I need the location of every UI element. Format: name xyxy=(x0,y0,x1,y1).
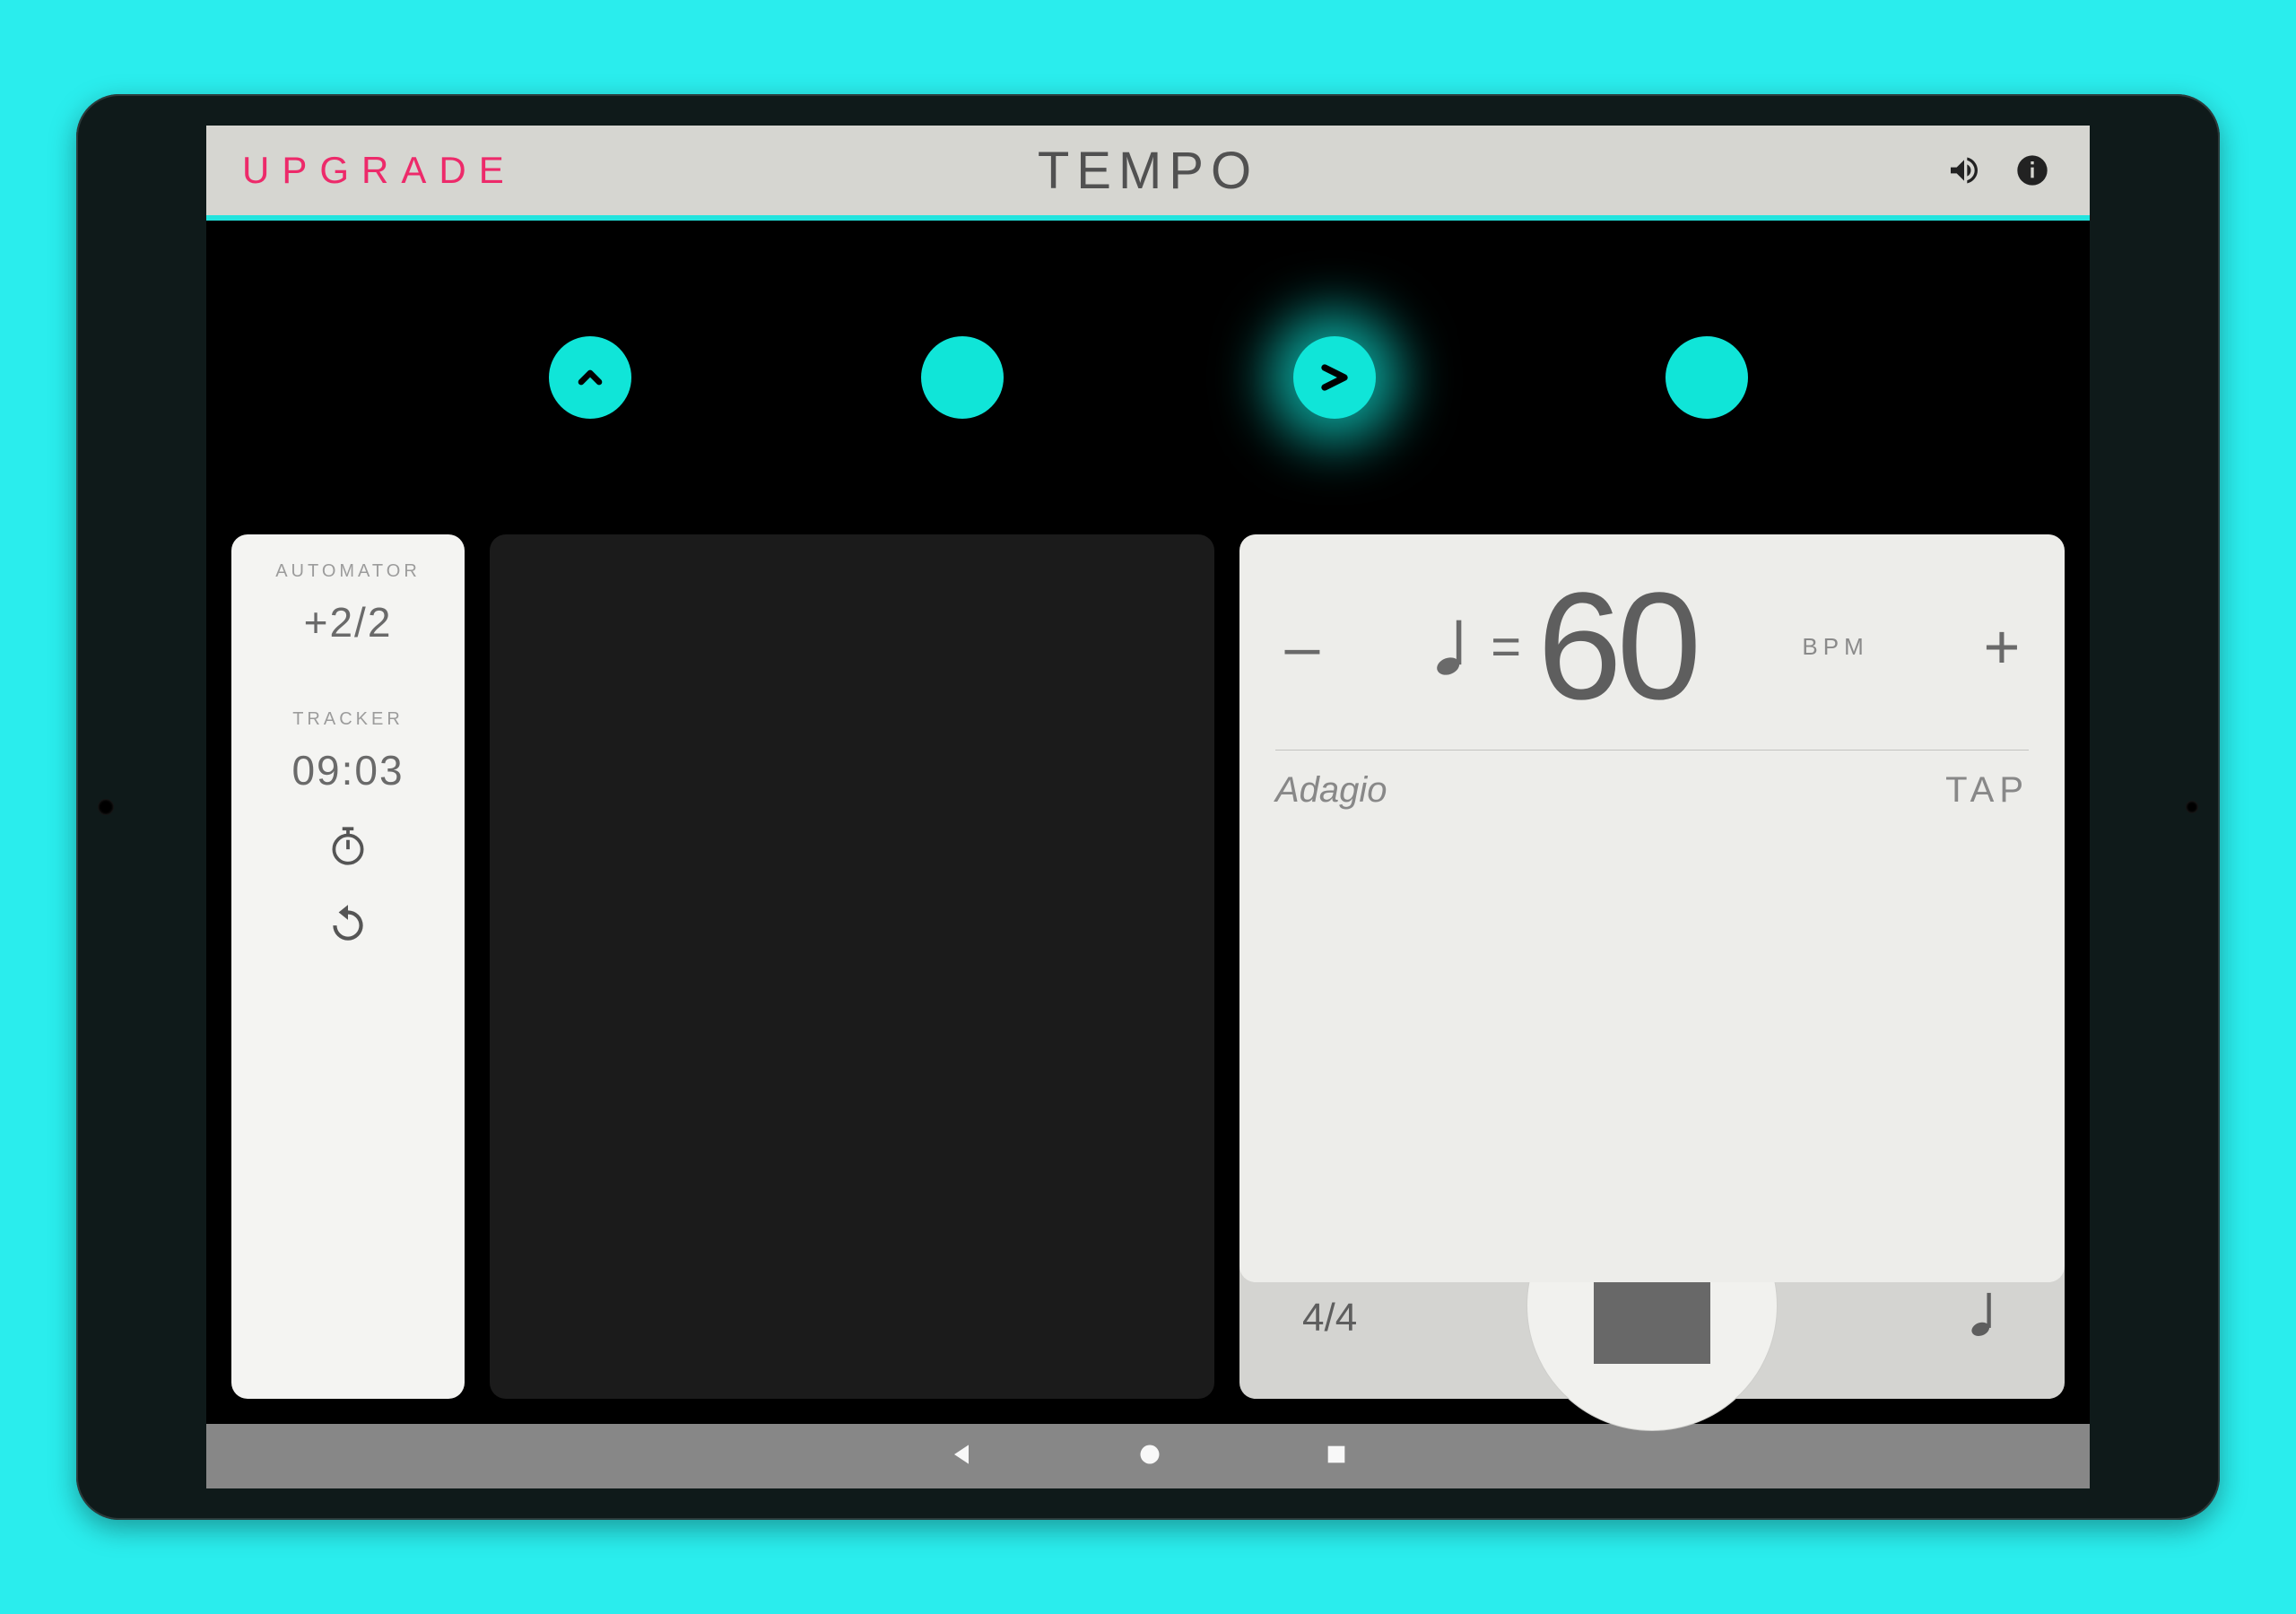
tracker-label: TRACKER xyxy=(292,709,404,730)
app-screen: UPGRADE TEMPO xyxy=(206,126,2090,1488)
app-title: TEMPO xyxy=(1038,141,1258,201)
divider xyxy=(1275,750,2029,751)
beat-2[interactable] xyxy=(921,336,1004,419)
tempo-name-row: Adagio TAP xyxy=(1275,770,2029,811)
quarter-note-icon xyxy=(1970,1290,2002,1337)
bpm-plus-button[interactable]: + xyxy=(1975,611,2029,682)
android-nav-bar xyxy=(206,1424,2090,1488)
tempo-name: Adagio xyxy=(1275,770,1387,811)
chevron-up-icon xyxy=(572,360,608,395)
tap-button[interactable]: TAP xyxy=(1945,770,2029,811)
main-area: AUTOMATOR +2/2 TRACKER 09:03 xyxy=(206,534,2090,1399)
accent-arrow-icon xyxy=(1315,358,1354,397)
quarter-note-icon xyxy=(1435,617,1474,676)
automator-value[interactable]: +2/2 xyxy=(304,598,393,646)
visualizer-panel xyxy=(490,534,1214,1399)
equals-sign: = xyxy=(1491,617,1521,677)
app-header: UPGRADE TEMPO xyxy=(206,126,2090,215)
controls-panel: – = 60 BPM + Adagio TAP xyxy=(1239,534,2065,1399)
tablet-frame: UPGRADE TEMPO xyxy=(76,94,2220,1520)
bpm-row: – = 60 BPM + xyxy=(1275,570,2029,723)
info-icon[interactable] xyxy=(2011,149,2054,192)
tracker-value: 09:03 xyxy=(291,746,404,794)
reset-icon[interactable] xyxy=(326,901,370,950)
nav-recent-icon[interactable] xyxy=(1324,1442,1349,1471)
beat-4[interactable] xyxy=(1665,336,1748,419)
bpm-value: 60 xyxy=(1537,570,1696,723)
beat-3-active[interactable] xyxy=(1293,336,1376,419)
header-icon-group xyxy=(1943,149,2054,192)
bpm-card: – = 60 BPM + Adagio TAP xyxy=(1239,534,2065,1282)
time-signature[interactable]: 4/4 xyxy=(1302,1296,1357,1341)
nav-home-icon[interactable] xyxy=(1137,1442,1162,1471)
beat-1[interactable] xyxy=(549,336,631,419)
stopwatch-icon[interactable] xyxy=(326,823,370,872)
bpm-display[interactable]: = 60 xyxy=(1435,570,1696,723)
bpm-minus-button[interactable]: – xyxy=(1275,611,1329,682)
subdivision-button[interactable] xyxy=(1970,1290,2002,1347)
volume-icon[interactable] xyxy=(1943,149,1986,192)
nav-back-icon[interactable] xyxy=(947,1440,976,1473)
upgrade-button[interactable]: UPGRADE xyxy=(242,149,517,192)
sidebar: AUTOMATOR +2/2 TRACKER 09:03 xyxy=(231,534,465,1399)
automator-label: AUTOMATOR xyxy=(275,561,421,582)
beats-row xyxy=(206,221,2090,534)
bpm-unit-label: BPM xyxy=(1802,633,1868,661)
